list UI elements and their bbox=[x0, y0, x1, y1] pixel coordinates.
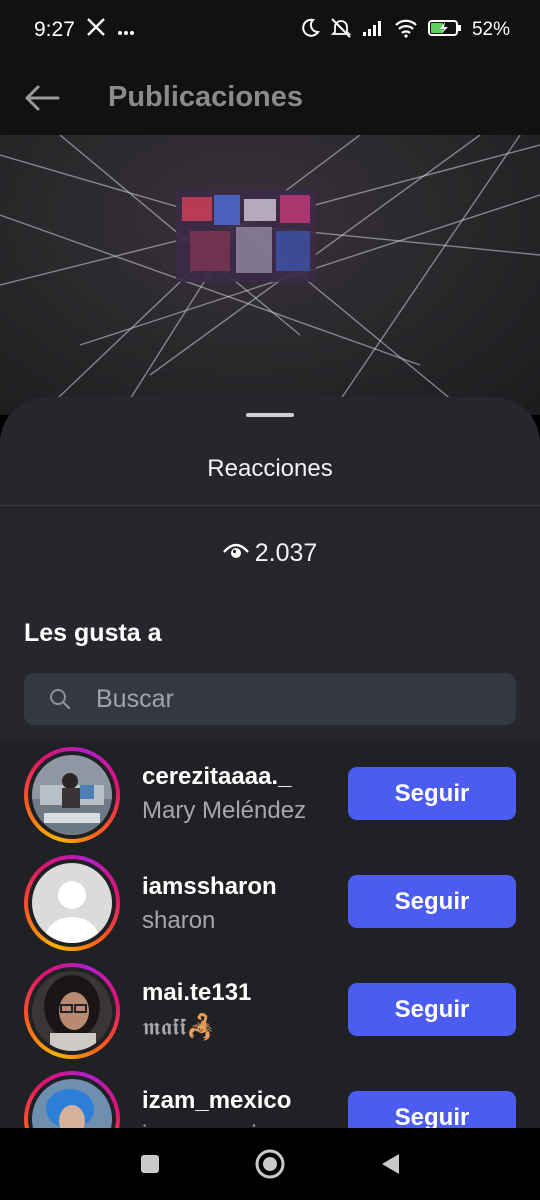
liker-username[interactable]: mai.te131 bbox=[142, 979, 251, 1007]
likers-list[interactable]: cerezitaaaa._ Mary Meléndez Seguir iamss… bbox=[0, 741, 540, 1128]
page-title: Publicaciones bbox=[108, 81, 304, 113]
reactions-sheet: Reacciones 2.037 Les gusta a Buscar cere… bbox=[0, 397, 540, 1128]
battery-icon bbox=[427, 19, 462, 42]
views-count: 2.037 bbox=[254, 539, 318, 567]
moon-icon bbox=[300, 18, 320, 43]
views-count-row: 2.037 bbox=[0, 539, 540, 568]
section-title: Les gusta a bbox=[24, 619, 162, 647]
liker-full-name: sharon bbox=[142, 907, 216, 934]
status-time: 9:27 bbox=[34, 18, 75, 41]
liker-username[interactable]: izam_mexico bbox=[142, 1087, 291, 1115]
list-item[interactable]: cerezitaaaa._ Mary Meléndez Seguir bbox=[0, 741, 540, 849]
follow-button[interactable]: Seguir bbox=[348, 983, 516, 1036]
more-dots-icon bbox=[117, 19, 135, 42]
search-icon bbox=[24, 687, 96, 711]
liker-full-name: Mary Meléndez bbox=[142, 797, 307, 824]
home-circle-icon[interactable] bbox=[210, 1128, 330, 1200]
divider bbox=[0, 505, 540, 506]
sheet-grabber[interactable] bbox=[246, 413, 294, 417]
search-bar[interactable] bbox=[24, 673, 516, 725]
signal-icon bbox=[362, 19, 384, 42]
eye-icon bbox=[222, 539, 249, 568]
back-triangle-icon[interactable] bbox=[330, 1128, 450, 1200]
avatar[interactable] bbox=[24, 963, 120, 1059]
liker-full-name: izam_mexico bbox=[142, 1121, 282, 1128]
list-item[interactable]: iamssharon sharon Seguir bbox=[0, 849, 540, 957]
system-nav-bar bbox=[0, 1128, 540, 1200]
list-item[interactable]: mai.te131 𝖒𝖆𝖎́𝖎́🦂 Seguir bbox=[0, 957, 540, 1065]
wifi-icon bbox=[394, 18, 418, 43]
search-input[interactable] bbox=[96, 684, 496, 714]
mute-icon bbox=[330, 17, 352, 44]
liker-username[interactable]: cerezitaaaa._ bbox=[142, 763, 291, 791]
status-bar: 9:27 52% bbox=[0, 0, 540, 60]
avatar[interactable] bbox=[24, 855, 120, 951]
post-image[interactable] bbox=[0, 135, 540, 415]
default-avatar-icon bbox=[32, 863, 112, 943]
avatar[interactable] bbox=[24, 747, 120, 843]
follow-button[interactable]: Seguir bbox=[348, 1091, 516, 1128]
recents-square-icon[interactable] bbox=[90, 1128, 210, 1200]
battery-percent: 52% bbox=[471, 19, 510, 40]
list-item[interactable]: izam_mexico izam_mexico Seguir bbox=[0, 1065, 540, 1128]
follow-button[interactable]: Seguir bbox=[348, 875, 516, 928]
x-logo-icon bbox=[87, 18, 105, 42]
arrow-left-icon[interactable] bbox=[0, 60, 84, 135]
app-header: Publicaciones bbox=[0, 60, 540, 135]
liker-username[interactable]: iamssharon bbox=[142, 873, 277, 901]
avatar[interactable] bbox=[24, 1071, 120, 1128]
liker-full-name: 𝖒𝖆𝖎́𝖎́🦂 bbox=[142, 1013, 217, 1041]
follow-button[interactable]: Seguir bbox=[348, 767, 516, 820]
sheet-title: Reacciones bbox=[207, 455, 333, 482]
